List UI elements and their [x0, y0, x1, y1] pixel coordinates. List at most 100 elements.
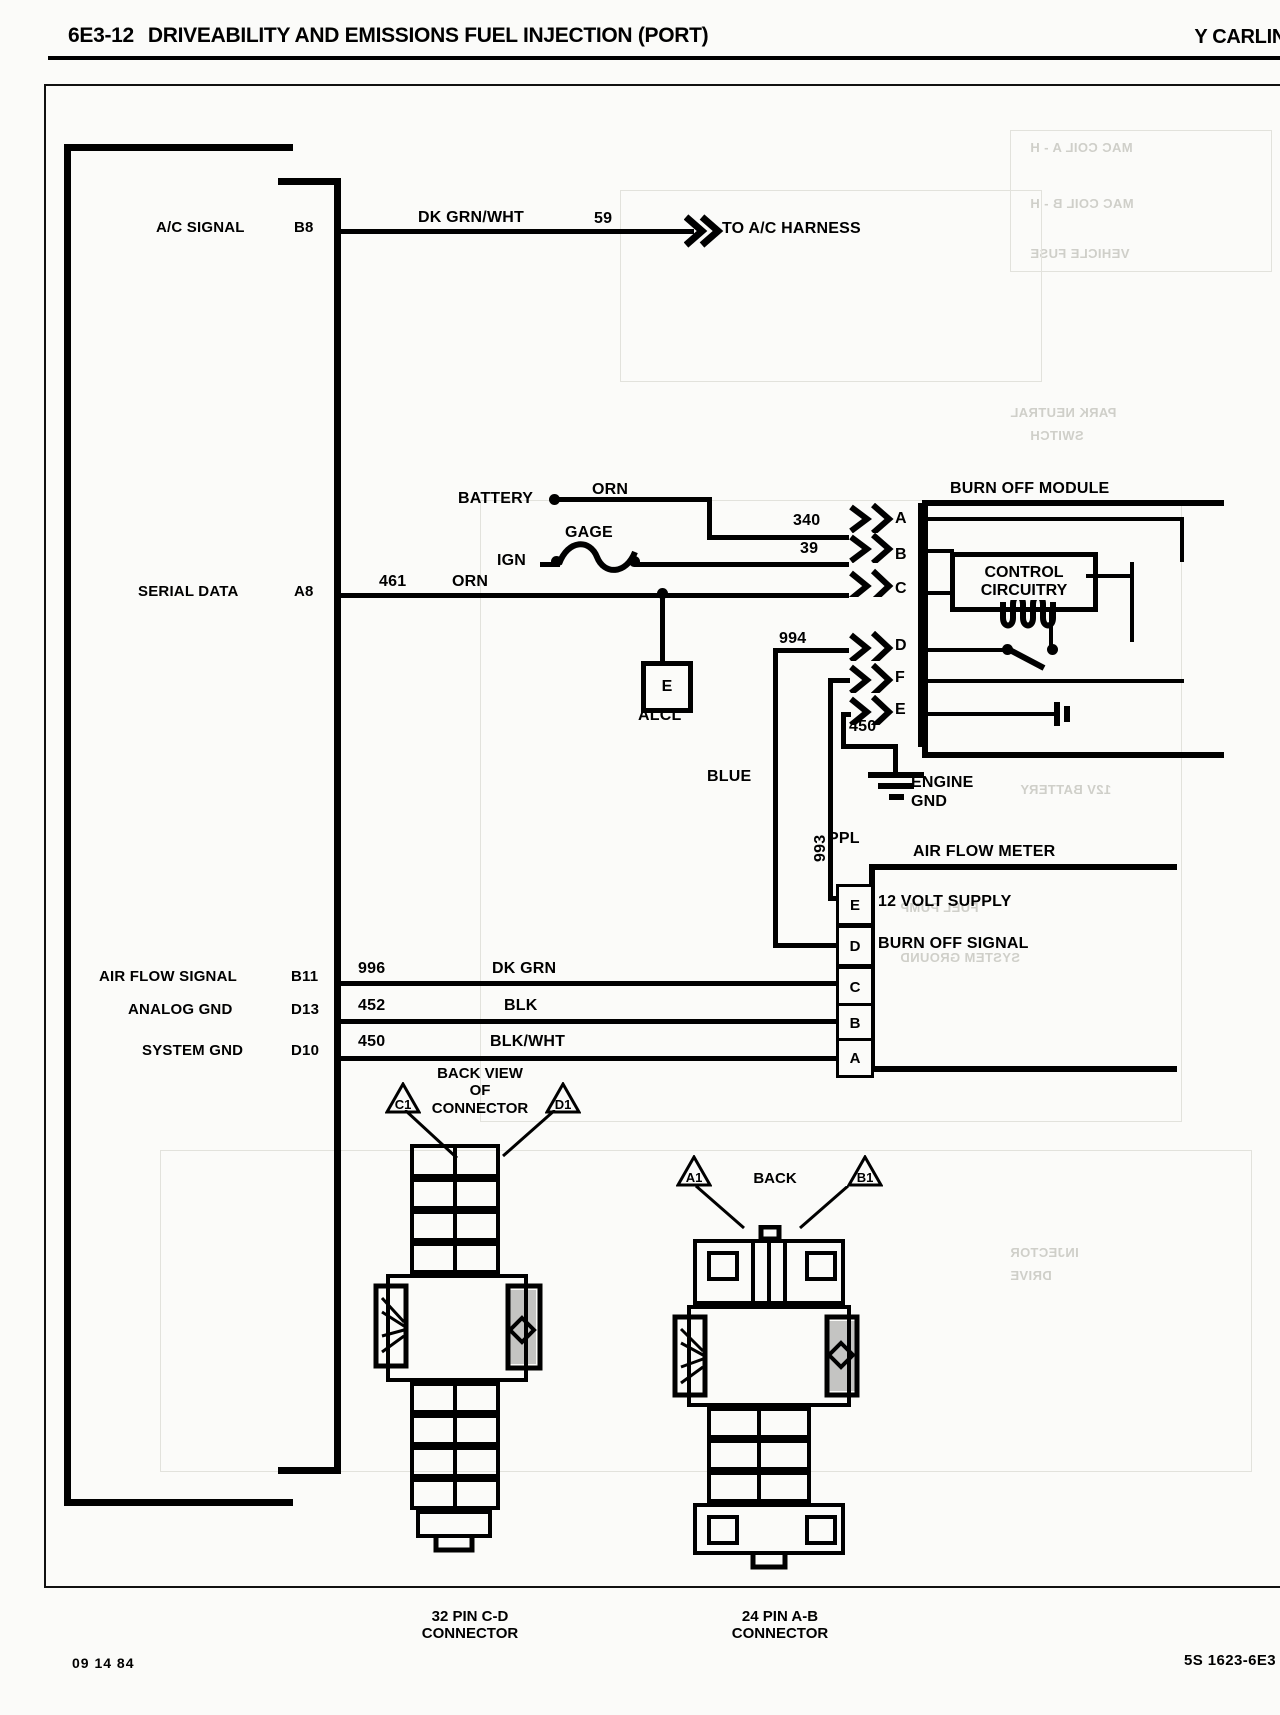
wire-450-v2	[893, 744, 898, 772]
burnoff-coil-rail	[1130, 562, 1134, 642]
wire-air-flow-signal	[334, 981, 838, 986]
signal-label-analog-gnd: ANALOG GND	[128, 1001, 233, 1018]
afm-terminal-a[interactable]: A	[836, 1038, 874, 1078]
afm-pin-e-label: E	[849, 896, 860, 914]
wire-number-452: 452	[358, 997, 386, 1014]
wire-color-461: ORN	[452, 573, 489, 590]
burnoff-terminal-f: F	[895, 669, 905, 686]
burnoff-cc-out	[1086, 574, 1132, 578]
connector-right-caption: 24 PIN A-B CONNECTOR	[731, 1608, 829, 1643]
label-ign: IGN	[497, 552, 527, 569]
connector-24pin-drawing	[672, 1225, 860, 1570]
burnoff-terminal-e: E	[895, 701, 906, 718]
wire-alcl-v	[660, 593, 665, 663]
burnoff-internal-a	[922, 517, 1184, 521]
signal-label-serial: SERIAL DATA	[138, 583, 239, 600]
wire-color-452: BLK	[504, 997, 538, 1014]
pin-label-d13: D13	[291, 1001, 320, 1018]
burnoff-internal-f	[922, 679, 1184, 683]
wire-number-340: 340	[793, 512, 821, 529]
module-gnd-bar2	[1064, 706, 1070, 722]
back-view-note: BACK VIEW OF CONNECTOR	[431, 1065, 529, 1117]
svg-text:A1: A1	[686, 1170, 703, 1185]
label-engine: ENGINE	[911, 774, 974, 791]
wire-color-ppl: PPL	[828, 830, 860, 847]
ground-symbol-bar3	[889, 794, 904, 800]
afm-pin-b-label: B	[849, 1014, 861, 1032]
control-circuitry-label: CONTROL CIRCUITRY	[980, 564, 1068, 599]
header-left: 6E3-12 DRIVEABILITY AND EMISSIONS FUEL IN…	[68, 24, 709, 48]
module-gnd-bar1	[1054, 702, 1060, 726]
afm-pin-d-label: D	[849, 937, 861, 955]
afm-terminal-e[interactable]: E	[836, 884, 874, 926]
pin-label-b8: B8	[294, 219, 314, 236]
burnoff-terminal-b: B	[895, 546, 907, 563]
afm-terminal-b[interactable]: B	[836, 1003, 874, 1043]
alcl-label: ALCL	[638, 707, 682, 724]
ecm-body	[64, 144, 293, 1506]
signal-label-system-gnd: SYSTEM GND	[142, 1042, 244, 1059]
page-number: 6E3-12	[68, 24, 134, 47]
footer-right: 5S 1623-6E3	[1184, 1652, 1276, 1669]
svg-text:B1: B1	[857, 1170, 874, 1185]
burnoff-left-rail	[918, 503, 925, 747]
back-note: BACK	[753, 1170, 797, 1187]
marker-a1-icon: A1	[676, 1155, 712, 1187]
ground-symbol-bar2	[878, 783, 914, 789]
gage-fuse-icon	[556, 541, 638, 573]
wire-450-h	[841, 744, 897, 749]
alcl-connector[interactable]: E	[641, 661, 693, 713]
burn-off-module-title: BURN OFF MODULE	[950, 480, 1110, 497]
wire-994-v	[773, 648, 778, 948]
page-title: DRIVEABILITY AND EMISSIONS FUEL INJECTIO…	[147, 24, 709, 47]
wire-battery-v	[707, 497, 712, 540]
label-gnd: GND	[911, 793, 948, 810]
wire-analog-gnd	[334, 1019, 838, 1024]
wire-number-39: 39	[800, 540, 819, 557]
wire-battery-h2	[707, 535, 849, 540]
arrow-to-harness-icon	[684, 214, 724, 248]
wire-994-h-bottom	[773, 943, 845, 948]
wire-994-h-top	[773, 648, 849, 653]
connector-32pin-drawing	[373, 1144, 543, 1553]
wire-color-blue: BLUE	[707, 768, 752, 785]
wire-993-v	[828, 678, 833, 900]
afm-pin-a-label: A	[849, 1049, 861, 1067]
afm-pin-c-label: C	[849, 978, 861, 996]
burnoff-switch-in	[922, 648, 1004, 652]
wire-color-996: DK GRN	[492, 960, 557, 977]
wire-450-v	[841, 712, 846, 748]
wire-ign-h	[634, 562, 849, 567]
burn-off-module-box	[922, 500, 1224, 758]
burnoff-internal-a-v	[1180, 517, 1184, 562]
page-header: 6E3-12 DRIVEABILITY AND EMISSIONS FUEL IN…	[0, 24, 1280, 60]
wire-number-450-sys: 450	[358, 1033, 386, 1050]
label-to-ac-harness: TO A/C HARNESS	[722, 220, 861, 237]
signal-label-ac: A/C SIGNAL	[156, 219, 245, 236]
wire-battery-h1	[556, 497, 712, 502]
connector-left-caption: 32 PIN C-D CONNECTOR	[421, 1608, 519, 1643]
ecm-pin-column	[278, 178, 341, 1474]
afm-terminal-c[interactable]: C	[836, 966, 874, 1008]
wire-serial-data	[334, 593, 849, 598]
wire-system-gnd	[334, 1056, 838, 1061]
signal-label-airflow: AIR FLOW SIGNAL	[99, 968, 237, 985]
burnoff-internal-e	[922, 712, 1054, 716]
burnoff-terminal-c: C	[895, 580, 907, 597]
afm-label-12v: 12 VOLT SUPPLY	[878, 893, 1012, 910]
marker-b1-icon: B1	[847, 1155, 883, 1187]
afm-terminal-d[interactable]: D	[836, 925, 874, 967]
burnoff-terminal-a: A	[895, 510, 907, 527]
wire-number-461: 461	[379, 573, 407, 590]
burnoff-terminal-d: D	[895, 637, 907, 654]
header-rule	[48, 56, 1280, 60]
manual-page: 6E3-12 DRIVEABILITY AND EMISSIONS FUEL IN…	[0, 0, 1280, 1715]
pin-label-d10: D10	[291, 1042, 320, 1059]
air-flow-meter-title: AIR FLOW METER	[913, 843, 1056, 860]
pin-label-a8: A8	[294, 583, 314, 600]
header-right-label: Y CARLIN	[1194, 26, 1280, 48]
wire-color-ac: DK GRN/WHT	[418, 209, 524, 226]
wire-number-996: 996	[358, 960, 386, 977]
alcl-terminal: E	[661, 678, 673, 695]
wire-number-994: 994	[779, 630, 807, 647]
